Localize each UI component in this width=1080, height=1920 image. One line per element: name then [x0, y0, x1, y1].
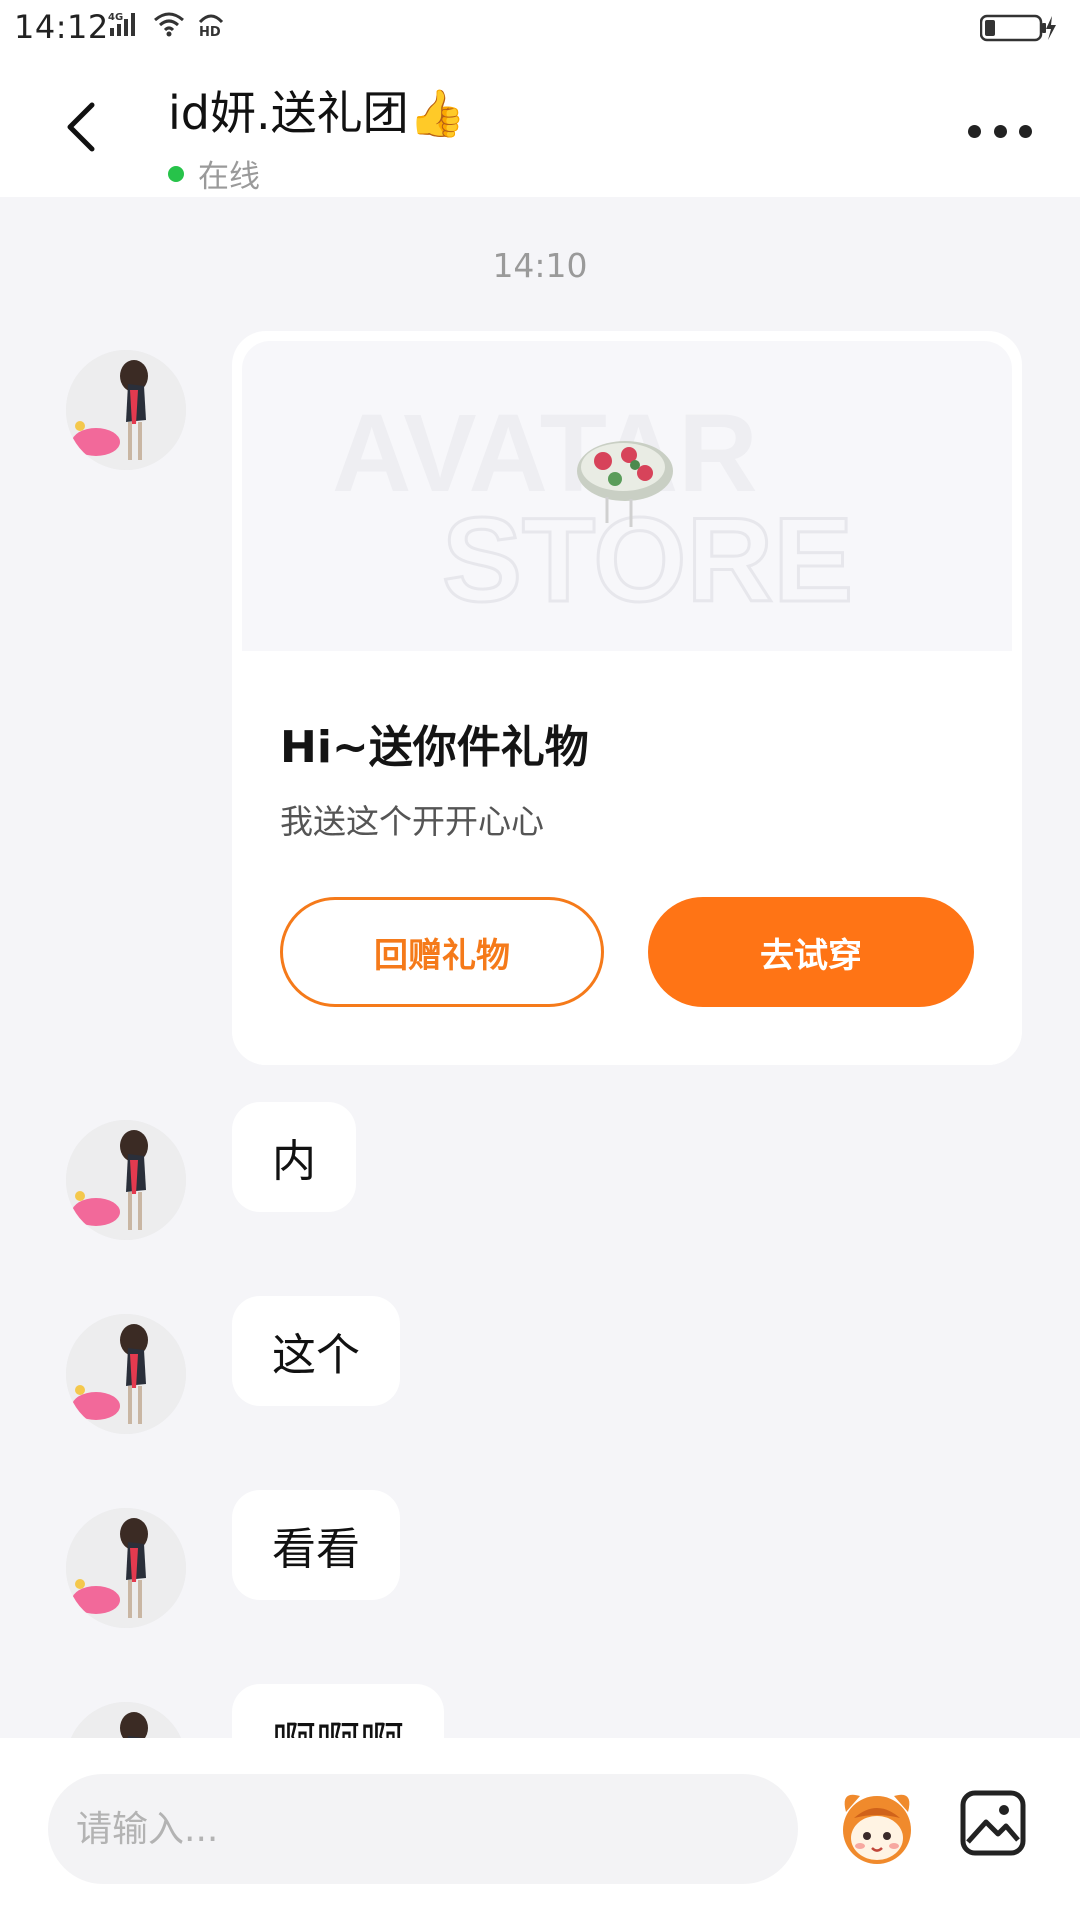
status-icons: 4G HD — [108, 10, 226, 38]
message-input[interactable] — [48, 1774, 798, 1884]
wifi-icon — [154, 12, 184, 37]
chat-header: id妍.送礼团👍 在线 — [0, 55, 1080, 197]
banner-watermark-line2: STORE — [442, 493, 853, 627]
message-text: 这个 — [272, 1330, 360, 1381]
online-status-text: 在线 — [198, 159, 260, 195]
try-on-button[interactable]: 去试穿 — [648, 897, 974, 1007]
gift-subtitle: 我送这个开开心心 — [280, 802, 544, 841]
online-status: 在线 — [168, 151, 466, 196]
avatar-image — [66, 1508, 186, 1628]
chat-title: id妍.送礼团👍 — [168, 86, 466, 140]
image-button[interactable] — [958, 1788, 1028, 1858]
gift-title: Hi~送你件礼物 — [280, 722, 589, 773]
battery-icon — [980, 14, 1056, 42]
message-text: 内 — [272, 1136, 316, 1187]
message-input-bar — [0, 1738, 1080, 1920]
message-text: 看看 — [272, 1524, 360, 1575]
back-button[interactable] — [50, 95, 114, 159]
emoji-mascot-icon — [843, 1794, 911, 1864]
avatar-image — [66, 1314, 186, 1434]
hd-label: HD — [199, 25, 221, 38]
image-icon — [960, 1790, 1026, 1856]
back-arrow-icon — [67, 102, 95, 152]
network-type-label: 4G — [108, 12, 123, 23]
emoji-button[interactable] — [832, 1782, 922, 1872]
gift-card[interactable]: AVATAR STORE Hi~送你件礼物 我送这个开开心心 回赠礼物 去试穿 — [232, 331, 1022, 1065]
sender-avatar[interactable] — [66, 1508, 186, 1628]
sender-avatar[interactable] — [66, 1314, 186, 1434]
status-time: 14:12 — [14, 8, 109, 46]
avatar-image — [66, 350, 186, 470]
online-dot-icon — [168, 165, 184, 182]
cellular-signal-icon: 4G — [108, 12, 135, 36]
message-timestamp: 14:10 — [492, 246, 588, 285]
message-bubble[interactable]: 这个 — [232, 1296, 400, 1406]
hd-call-icon: HD — [198, 14, 224, 38]
sender-avatar[interactable] — [66, 1120, 186, 1240]
more-dots-icon — [968, 124, 981, 138]
sender-avatar[interactable] — [66, 350, 186, 470]
message-bubble[interactable]: 内 — [232, 1102, 356, 1212]
message-bubble[interactable]: 看看 — [232, 1490, 400, 1600]
more-dots-icon — [993, 124, 1007, 138]
status-bar: 14:12 4G HD — [0, 0, 1080, 55]
chat-title-block[interactable]: id妍.送礼团👍 在线 — [168, 77, 466, 196]
return-gift-button[interactable]: 回赠礼物 — [280, 897, 604, 1007]
avatar-image — [66, 1120, 186, 1240]
more-options-button[interactable] — [968, 111, 1032, 151]
more-dots-icon — [1019, 124, 1032, 138]
